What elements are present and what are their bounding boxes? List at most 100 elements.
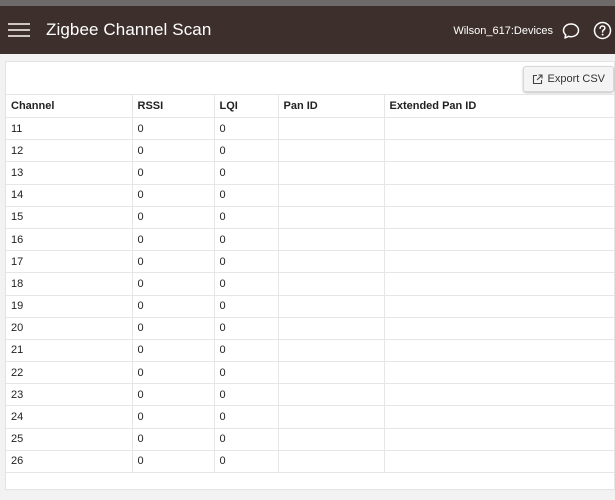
help-circle-icon[interactable] [593, 21, 612, 40]
table-row: 14 0 0 [6, 184, 614, 207]
hamburger-menu-icon[interactable] [8, 20, 30, 40]
cell-lqi: 0 [214, 228, 279, 252]
table-row: 15 0 0 [6, 206, 614, 229]
external-link-icon [532, 73, 543, 84]
cell-pan-id [278, 339, 385, 363]
cell-lqi: 0 [214, 428, 279, 451]
app-bar: Zigbee Channel Scan Wilson_617:Devices [0, 6, 615, 54]
export-csv-label: Export CSV [547, 73, 605, 85]
table-row: 16 0 0 [6, 228, 614, 252]
cell-pan-id [278, 361, 385, 385]
cell-extended-pan-id [384, 206, 614, 229]
cell-channel: 20 [6, 317, 133, 340]
cell-channel: 17 [6, 250, 133, 274]
table-row: 20 0 0 [6, 317, 614, 340]
table-row: 18 0 0 [6, 272, 614, 296]
cell-extended-pan-id [384, 383, 614, 407]
table-row: 21 0 0 [6, 339, 614, 363]
cell-rssi: 0 [132, 139, 215, 163]
cell-pan-id [278, 428, 385, 451]
cell-pan-id [278, 272, 385, 296]
cell-rssi: 0 [132, 272, 215, 296]
table-row: 11 0 0 [6, 117, 614, 141]
cell-lqi: 0 [214, 184, 279, 207]
cell-rssi: 0 [132, 361, 215, 385]
cell-lqi: 0 [214, 272, 279, 296]
table-row: 25 0 0 [6, 428, 614, 451]
cell-lqi: 0 [214, 317, 279, 340]
cell-pan-id [278, 317, 385, 340]
cell-rssi: 0 [132, 206, 215, 229]
cell-channel: 22 [6, 361, 133, 385]
cell-rssi: 0 [132, 184, 215, 207]
chat-bubble-icon[interactable] [562, 22, 580, 40]
export-csv-button[interactable]: Export CSV [522, 66, 614, 92]
cell-channel: 21 [6, 339, 133, 363]
cell-pan-id [278, 117, 385, 141]
channel-scan-card: Export CSV Channel RSSI LQI Pan ID Exten… [5, 61, 615, 490]
cell-pan-id [278, 450, 385, 474]
cell-lqi: 0 [214, 250, 279, 274]
cell-pan-id [278, 295, 385, 318]
cell-rssi: 0 [132, 228, 215, 252]
cell-rssi: 0 [132, 339, 215, 363]
cell-channel: 15 [6, 206, 133, 229]
cell-lqi: 0 [214, 405, 279, 429]
cell-channel: 23 [6, 383, 133, 407]
cell-pan-id [278, 383, 385, 407]
table-row: 24 0 0 [6, 405, 614, 429]
table-row: 17 0 0 [6, 250, 614, 274]
cell-lqi: 0 [214, 361, 279, 385]
cell-rssi: 0 [132, 250, 215, 274]
cell-rssi: 0 [132, 450, 215, 474]
cell-lqi: 0 [214, 295, 279, 318]
cell-channel: 13 [6, 161, 133, 185]
table-row: 23 0 0 [6, 383, 614, 407]
cell-pan-id [278, 139, 385, 163]
cell-channel: 11 [6, 117, 133, 141]
cell-channel: 12 [6, 139, 133, 163]
table-row: 13 0 0 [6, 161, 614, 185]
table-row: 19 0 0 [6, 295, 614, 318]
cell-rssi: 0 [132, 383, 215, 407]
cell-channel: 19 [6, 295, 133, 318]
cell-extended-pan-id [384, 317, 614, 340]
cell-extended-pan-id [384, 450, 614, 474]
cell-lqi: 0 [214, 139, 279, 163]
cell-rssi: 0 [132, 405, 215, 429]
page-title: Zigbee Channel Scan [46, 20, 212, 39]
cell-extended-pan-id [384, 339, 614, 363]
cell-channel: 25 [6, 428, 133, 451]
cell-extended-pan-id [384, 184, 614, 207]
hub-name-label[interactable]: Wilson_617:Devices [453, 25, 553, 37]
cell-extended-pan-id [384, 250, 614, 274]
cell-pan-id [278, 405, 385, 429]
cell-channel: 26 [6, 450, 133, 474]
cell-rssi: 0 [132, 161, 215, 185]
column-header-lqi[interactable]: LQI [214, 94, 279, 118]
column-header-extended-pan-id[interactable]: Extended Pan ID [384, 94, 614, 118]
column-header-rssi[interactable]: RSSI [132, 94, 215, 118]
cell-channel: 16 [6, 228, 133, 252]
cell-pan-id [278, 206, 385, 229]
cell-pan-id [278, 250, 385, 274]
cell-pan-id [278, 184, 385, 207]
cell-extended-pan-id [384, 228, 614, 252]
column-header-channel[interactable]: Channel [6, 94, 133, 118]
cell-lqi: 0 [214, 383, 279, 407]
column-header-pan-id[interactable]: Pan ID [278, 94, 385, 118]
cell-rssi: 0 [132, 117, 215, 141]
cell-lqi: 0 [214, 450, 279, 474]
cell-extended-pan-id [384, 405, 614, 429]
cell-lqi: 0 [214, 117, 279, 141]
cell-extended-pan-id [384, 139, 614, 163]
cell-lqi: 0 [214, 206, 279, 229]
cell-pan-id [278, 228, 385, 252]
cell-rssi: 0 [132, 317, 215, 340]
table-header-row: Channel RSSI LQI Pan ID Extended Pan ID [6, 94, 614, 118]
cell-channel: 14 [6, 184, 133, 207]
cell-lqi: 0 [214, 339, 279, 363]
cell-channel: 24 [6, 405, 133, 429]
cell-channel: 18 [6, 272, 133, 296]
cell-lqi: 0 [214, 161, 279, 185]
